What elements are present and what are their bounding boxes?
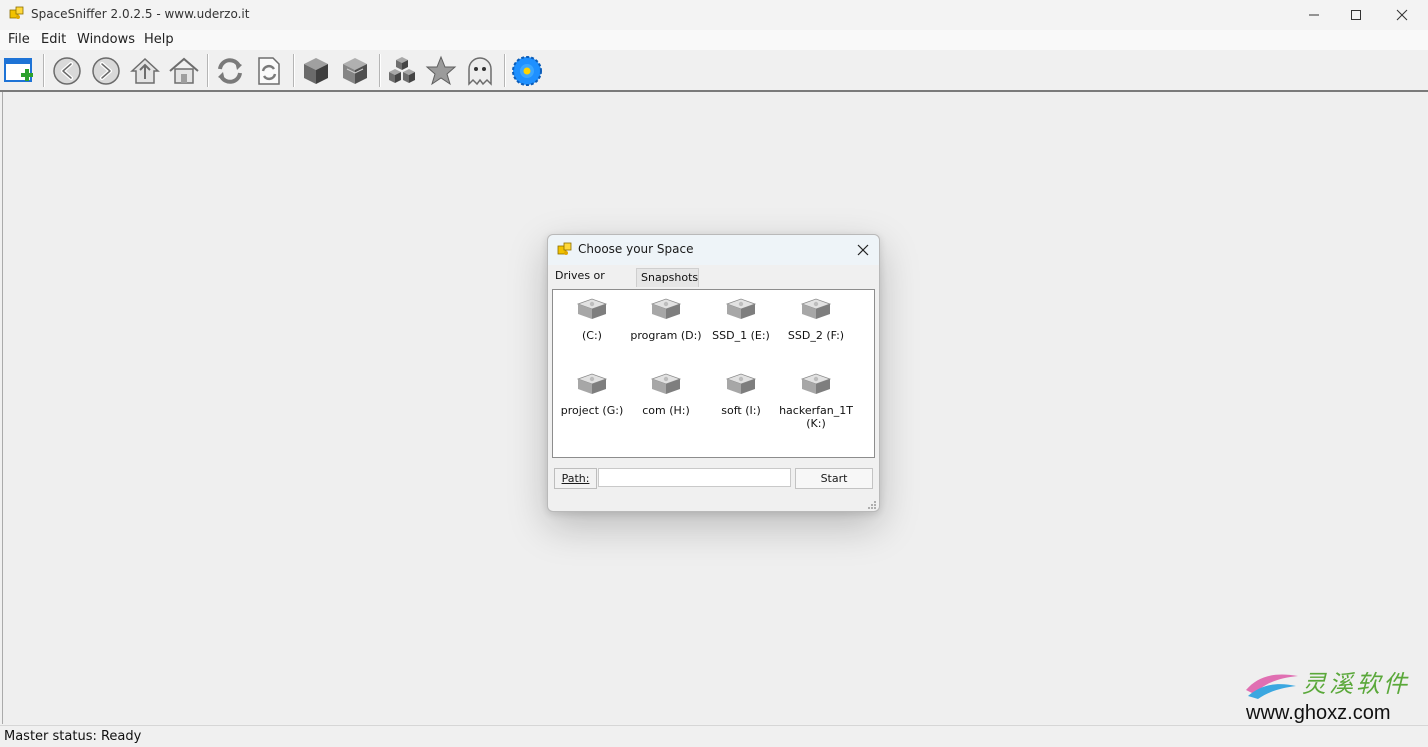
drive-item-e[interactable]: SSD_1 (E:): [703, 297, 779, 342]
multi-cubes-icon[interactable]: [386, 55, 418, 87]
refresh-document-icon[interactable]: [253, 55, 285, 87]
drive-label: hackerfan_1T (K:): [779, 404, 853, 430]
menu-edit[interactable]: Edit: [41, 32, 66, 47]
blue-flower-icon[interactable]: [511, 55, 543, 87]
hard-drive-icon: [576, 298, 608, 319]
hard-drive-icon: [725, 298, 757, 319]
drive-item-g[interactable]: project (G:): [554, 372, 630, 417]
drive-label: project (G:): [560, 404, 624, 417]
cube-alt-icon[interactable]: [339, 55, 371, 87]
puzzle-icon: [557, 242, 573, 258]
drive-label: soft (I:): [721, 404, 761, 417]
home-icon[interactable]: [168, 55, 200, 87]
forward-arrow-icon[interactable]: [90, 55, 122, 87]
status-bar: Master status: Ready: [0, 725, 1428, 747]
ghost-icon[interactable]: [464, 55, 496, 87]
puzzle-icon: [9, 6, 25, 22]
drive-list: (C:) program (D:) SSD_1 (E:) SSD_2 (F:) …: [552, 289, 875, 458]
refresh-icon[interactable]: [214, 55, 246, 87]
dialog-title: Choose your Space: [578, 242, 694, 256]
drive-label: com (H:): [642, 404, 690, 417]
resize-grip-icon[interactable]: [867, 499, 877, 509]
drive-label: SSD_2 (F:): [787, 329, 845, 342]
hard-drive-icon: [800, 373, 832, 394]
drive-label: (C:): [582, 329, 602, 342]
drive-item-i[interactable]: soft (I:): [703, 372, 779, 417]
new-window-icon[interactable]: [3, 55, 35, 87]
menu-help[interactable]: Help: [144, 32, 174, 47]
drive-item-c[interactable]: (C:): [554, 297, 630, 342]
choose-space-dialog: Choose your Space Drives or Paths Snapsh…: [547, 234, 880, 512]
hard-drive-icon: [650, 298, 682, 319]
status-text: Master status: Ready: [4, 729, 142, 744]
drive-label: program (D:): [630, 329, 702, 342]
dialog-title-bar: Choose your Space: [548, 235, 879, 265]
drive-item-k[interactable]: hackerfan_1T (K:): [778, 372, 854, 430]
up-folder-icon[interactable]: [129, 55, 161, 87]
tab-snapshots[interactable]: Snapshots: [636, 268, 699, 287]
title-bar: SpaceSniffer 2.0.2.5 - www.uderzo.it: [0, 0, 1428, 30]
maximize-icon[interactable]: [1333, 0, 1379, 30]
drive-item-h[interactable]: com (H:): [628, 372, 704, 417]
drive-item-f[interactable]: SSD_2 (F:): [778, 297, 854, 342]
tab-drives-or-paths[interactable]: Drives or Paths: [552, 267, 637, 300]
star-icon[interactable]: [425, 55, 457, 87]
watermark-url: www.ghoxz.com: [1246, 702, 1391, 724]
start-button[interactable]: Start: [795, 468, 873, 489]
hard-drive-icon: [650, 373, 682, 394]
close-icon[interactable]: [1379, 0, 1425, 30]
watermark: 灵溪软件 www.ghoxz.com: [1240, 660, 1420, 732]
minimize-icon[interactable]: [1291, 0, 1337, 30]
close-icon[interactable]: [854, 241, 872, 259]
hard-drive-icon: [576, 373, 608, 394]
menu-bar: File Edit Windows Help: [0, 30, 1428, 50]
drive-item-d[interactable]: program (D:): [628, 297, 704, 342]
watermark-chinese: 灵溪软件: [1302, 670, 1410, 698]
back-arrow-icon[interactable]: [51, 55, 83, 87]
cube-icon[interactable]: [300, 55, 332, 87]
path-button[interactable]: Path:: [554, 468, 597, 489]
window-title: SpaceSniffer 2.0.2.5 - www.uderzo.it: [31, 7, 250, 21]
hard-drive-icon: [800, 298, 832, 319]
menu-windows[interactable]: Windows: [77, 32, 135, 47]
drive-label: SSD_1 (E:): [712, 329, 770, 342]
hard-drive-icon: [725, 373, 757, 394]
menu-file[interactable]: File: [8, 32, 30, 47]
wave-logo-icon: [1244, 666, 1300, 704]
toolbar: [0, 50, 1428, 92]
path-input[interactable]: [598, 468, 791, 487]
